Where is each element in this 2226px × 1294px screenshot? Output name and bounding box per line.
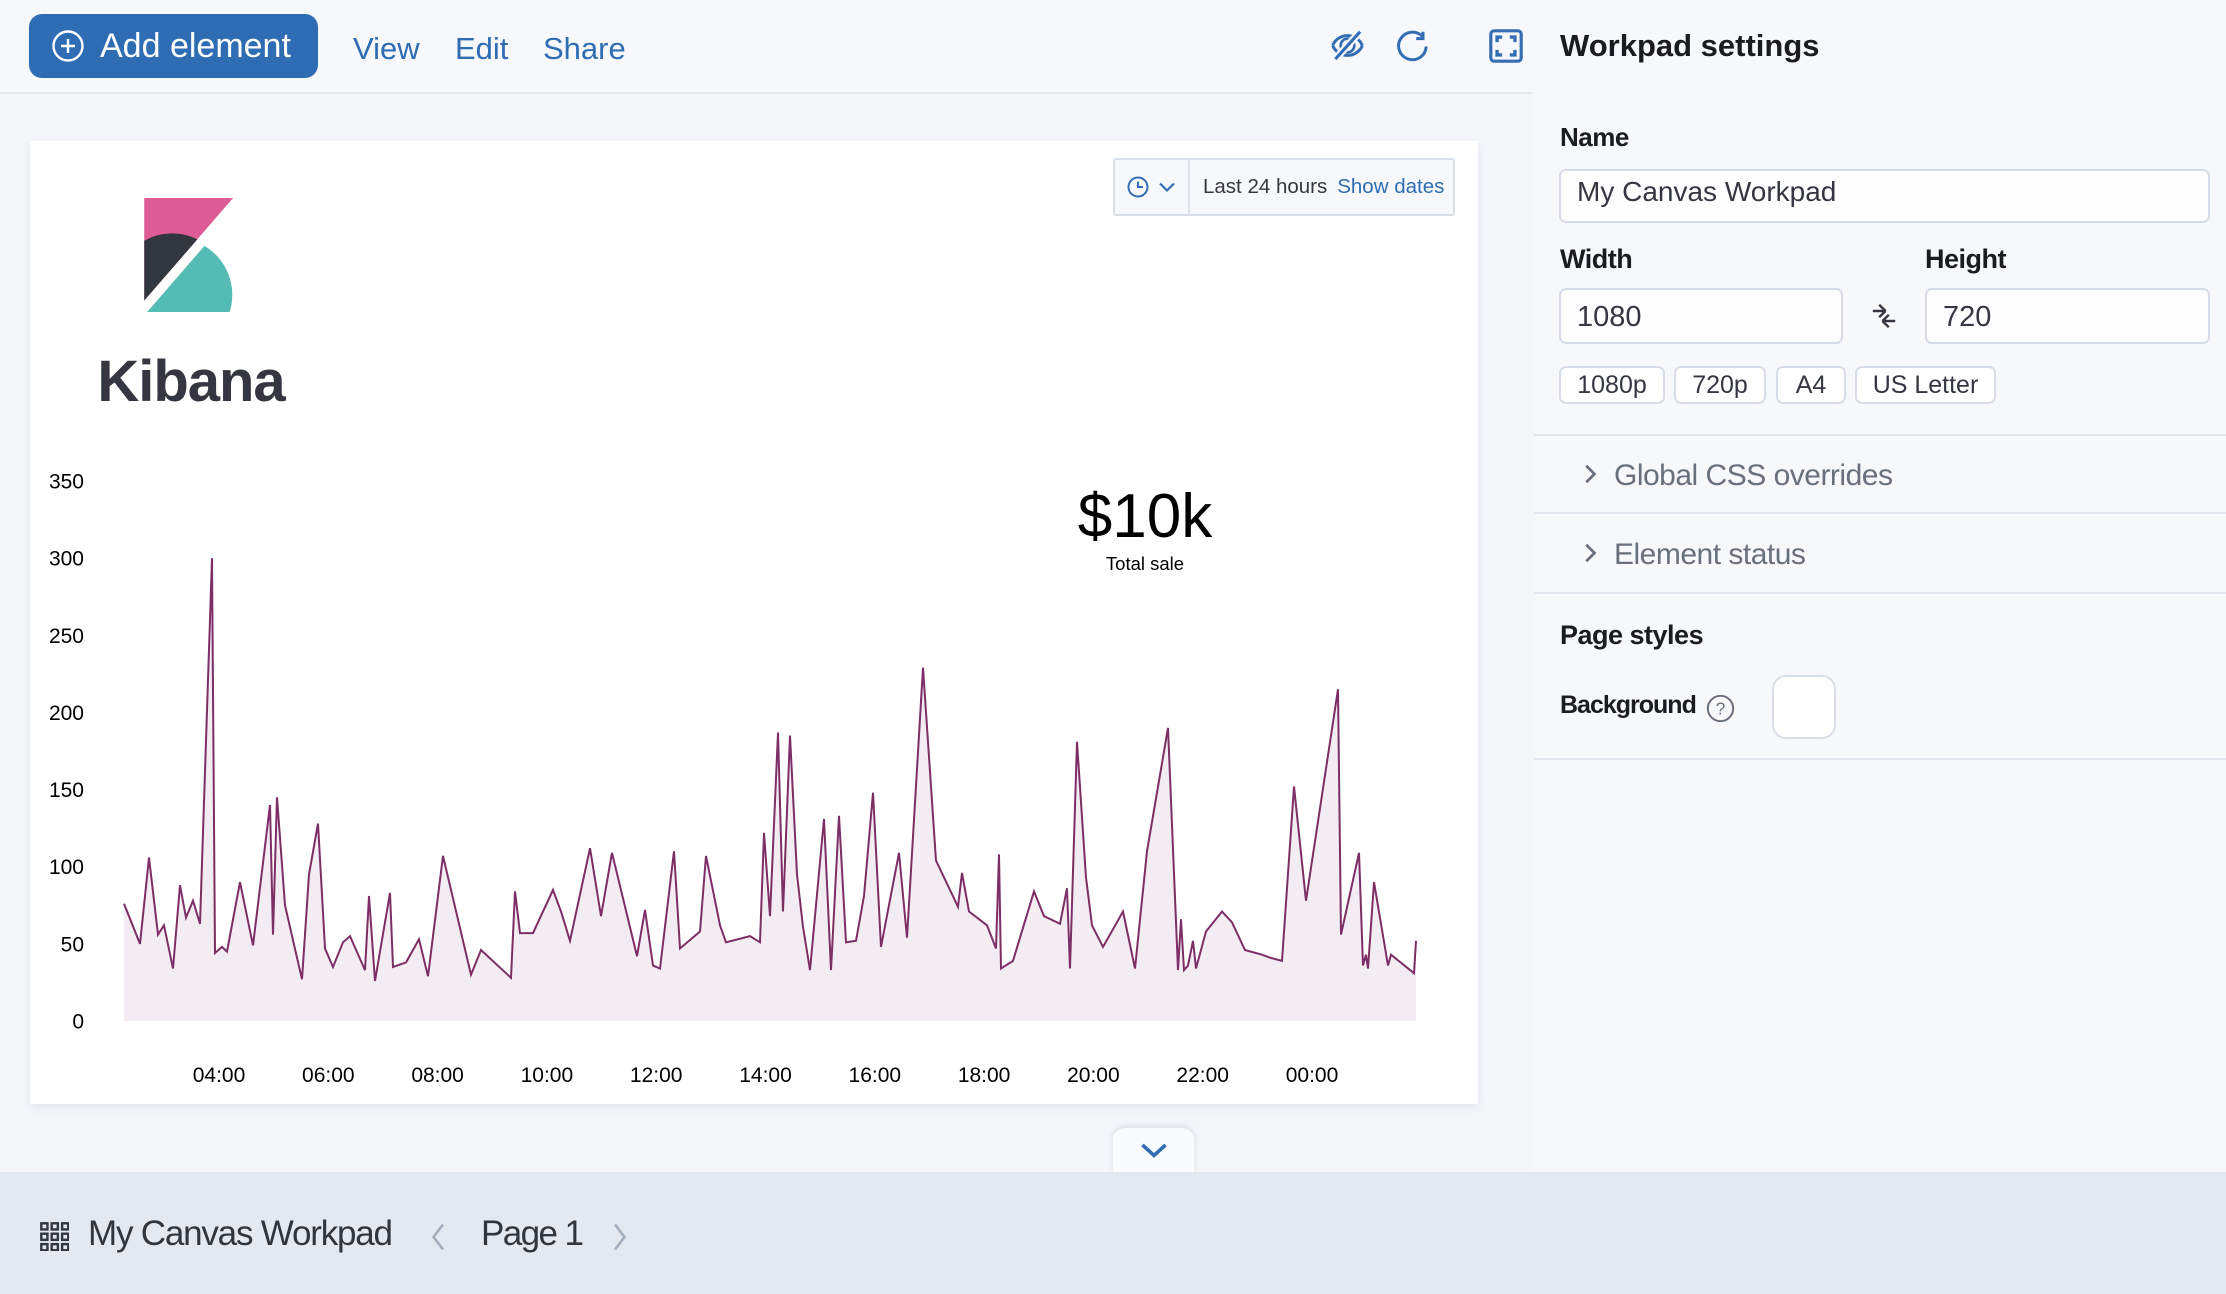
svg-text:20:00: 20:00 (1067, 1064, 1120, 1087)
svg-text:22:00: 22:00 (1176, 1064, 1229, 1087)
svg-text:14:00: 14:00 (739, 1064, 792, 1087)
svg-text:16:00: 16:00 (849, 1064, 902, 1087)
svg-text:08:00: 08:00 (411, 1064, 464, 1087)
svg-text:10:00: 10:00 (521, 1064, 574, 1087)
svg-text:12:00: 12:00 (630, 1064, 683, 1087)
svg-text:06:00: 06:00 (302, 1064, 355, 1087)
svg-text:100: 100 (49, 856, 84, 879)
svg-text:0: 0 (72, 1011, 84, 1034)
svg-text:350: 350 (49, 471, 84, 494)
svg-text:150: 150 (49, 779, 84, 802)
svg-text:200: 200 (49, 702, 84, 725)
svg-text:00:00: 00:00 (1286, 1064, 1339, 1087)
svg-text:18:00: 18:00 (958, 1064, 1011, 1087)
svg-text:04:00: 04:00 (193, 1064, 246, 1087)
svg-text:?: ? (1716, 699, 1726, 719)
svg-text:300: 300 (49, 548, 84, 571)
svg-text:50: 50 (61, 933, 84, 956)
svg-text:250: 250 (49, 625, 84, 648)
